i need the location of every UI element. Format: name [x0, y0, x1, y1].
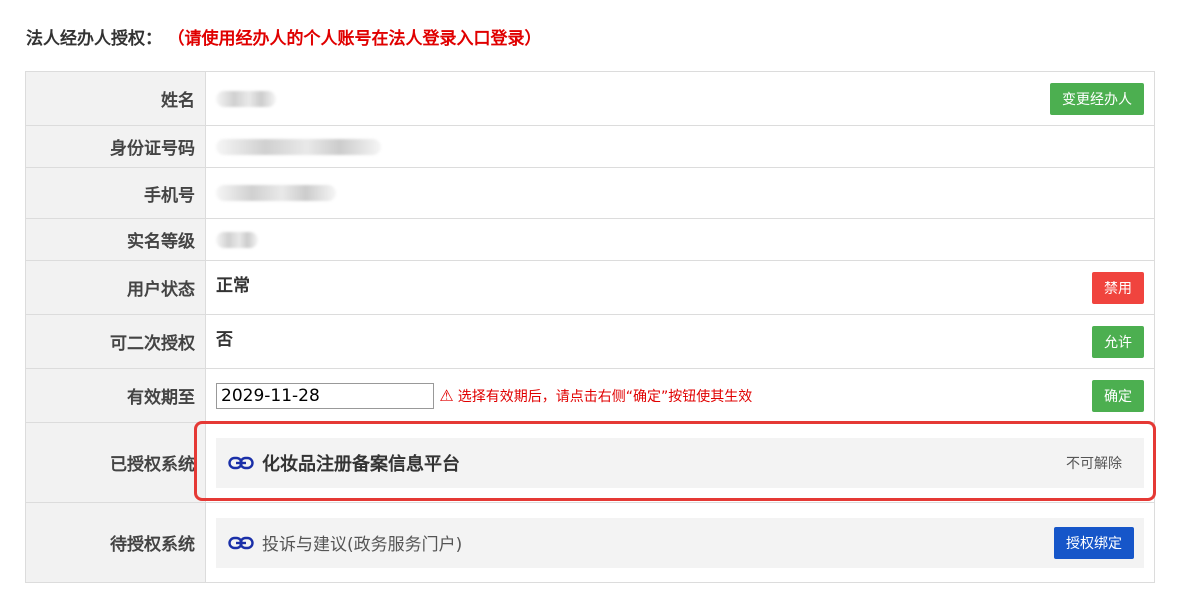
row-authorized-systems: 已授权系统 化妆品注册备案信息平台 不可解除 [25, 422, 1155, 503]
id-number-value-redacted [216, 138, 381, 155]
real-name-level-value-redacted [216, 231, 258, 248]
secondary-auth-value: 否 [216, 330, 233, 350]
authorized-system-status: 不可解除 [1066, 455, 1122, 472]
allow-button[interactable]: 允许 [1092, 326, 1144, 358]
page-title: 法人经办人授权： [26, 29, 162, 49]
change-agent-button[interactable]: 变更经办人 [1050, 83, 1144, 115]
row-id-number: 身份证号码 [25, 125, 1155, 168]
row-secondary-auth: 可二次授权 否 允许 [25, 314, 1155, 369]
real-name-level-label: 实名等级 [25, 218, 206, 261]
warning-icon: ⚠ [439, 385, 454, 405]
row-user-status: 用户状态 正常 禁用 [25, 260, 1155, 315]
authorized-system-item: 化妆品注册备案信息平台 不可解除 [216, 437, 1144, 488]
name-value-redacted [216, 90, 276, 107]
authorized-system-name[interactable]: 化妆品注册备案信息平台 [262, 450, 460, 476]
phone-value-redacted [216, 185, 336, 201]
row-phone: 手机号 [25, 167, 1155, 219]
link-icon [228, 536, 254, 549]
valid-until-hint: 选择有效期后，请点击右侧“确定”按钮使其生效 [457, 388, 753, 405]
link-icon [228, 456, 254, 469]
agent-info-table: 姓名 变更经办人 身份证号码 手机号 实名等级 用户状态 正常 禁用 可二次授权… [25, 71, 1155, 583]
row-real-name-level: 实名等级 [25, 218, 1155, 261]
secondary-auth-label: 可二次授权 [25, 314, 206, 369]
pending-systems-label: 待授权系统 [25, 502, 206, 583]
disable-button[interactable]: 禁用 [1092, 272, 1144, 304]
pending-system-name[interactable]: 投诉与建议(政务服务门户) [262, 530, 462, 555]
authorized-systems-label: 已授权系统 [25, 422, 206, 503]
login-note: （请使用经办人的个人账号在法人登录入口登录） [176, 29, 542, 49]
confirm-button[interactable]: 确定 [1092, 380, 1144, 412]
name-label: 姓名 [25, 71, 206, 126]
row-name: 姓名 变更经办人 [25, 71, 1155, 126]
row-pending-systems: 待授权系统 投诉与建议(政务服务门户) 授权绑定 [25, 502, 1155, 583]
authorization-page: 法人经办人授权： （请使用经办人的个人账号在法人登录入口登录） 姓名 变更经办人 … [0, 0, 1182, 610]
pending-system-item: 投诉与建议(政务服务门户) 授权绑定 [216, 517, 1144, 568]
id-number-label: 身份证号码 [25, 125, 206, 168]
phone-label: 手机号 [25, 167, 206, 219]
row-valid-until: 有效期至 ⚠选择有效期后，请点击右侧“确定”按钮使其生效 确定 [25, 368, 1155, 423]
authorize-bind-button[interactable]: 授权绑定 [1054, 526, 1134, 559]
page-header: 法人经办人授权： （请使用经办人的个人账号在法人登录入口登录） [26, 24, 542, 49]
valid-until-date-input[interactable] [216, 382, 434, 409]
user-status-value: 正常 [216, 276, 250, 296]
user-status-label: 用户状态 [25, 260, 206, 315]
valid-until-label: 有效期至 [25, 368, 206, 423]
